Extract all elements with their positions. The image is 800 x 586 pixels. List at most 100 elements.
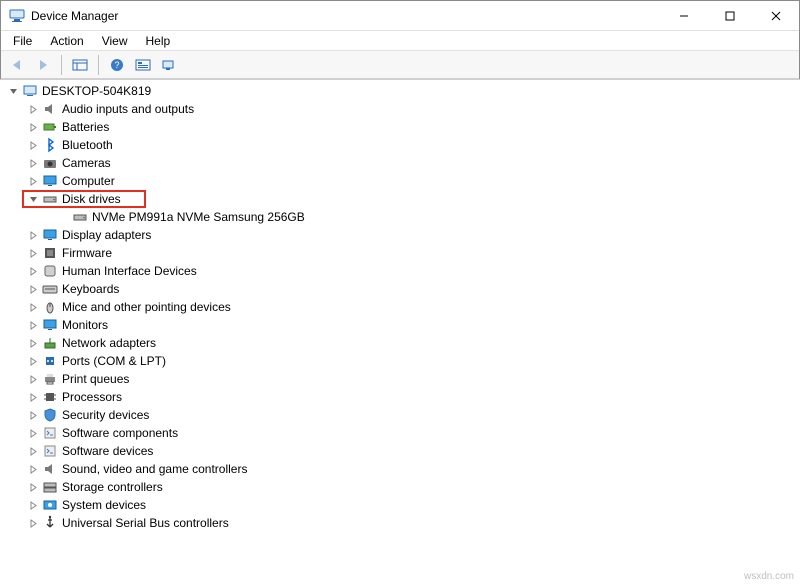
firmware-icon [42, 245, 58, 261]
device-tree[interactable]: DESKTOP-504K819Audio inputs and outputsB… [0, 79, 800, 586]
chevron-right-icon[interactable] [26, 462, 40, 476]
tree-node[interactable]: Security devices [0, 406, 800, 424]
tree-node[interactable]: Universal Serial Bus controllers [0, 514, 800, 532]
toolbar: ? [1, 51, 799, 79]
tree-node[interactable]: Human Interface Devices [0, 262, 800, 280]
tree-node-label: Sound, video and game controllers [62, 460, 247, 478]
tree-node[interactable]: Batteries [0, 118, 800, 136]
toolbar-show-hidden-button[interactable] [68, 54, 92, 76]
menu-view[interactable]: View [94, 32, 136, 50]
toolbar-properties-button[interactable] [131, 54, 155, 76]
tree-node-label: Ports (COM & LPT) [62, 352, 166, 370]
close-button[interactable] [753, 1, 799, 30]
menu-action[interactable]: Action [42, 32, 91, 50]
computer-icon [22, 83, 38, 99]
toolbar-back-button [5, 54, 29, 76]
tree-node-label: Bluetooth [62, 136, 113, 154]
chevron-right-icon[interactable] [26, 336, 40, 350]
tree-node-label: Processors [62, 388, 122, 406]
chevron-right-icon[interactable] [26, 102, 40, 116]
audio-icon [42, 461, 58, 477]
system-icon [42, 497, 58, 513]
camera-icon [42, 155, 58, 171]
tree-node-label: NVMe PM991a NVMe Samsung 256GB [92, 208, 305, 226]
chevron-right-icon[interactable] [26, 174, 40, 188]
tree-node[interactable]: Network adapters [0, 334, 800, 352]
software-icon [42, 425, 58, 441]
tree-node[interactable]: NVMe PM991a NVMe Samsung 256GB [0, 208, 800, 226]
toolbar-separator [61, 55, 62, 75]
tree-node-label: Monitors [62, 316, 108, 334]
tree-node[interactable]: Processors [0, 388, 800, 406]
chevron-right-icon[interactable] [26, 138, 40, 152]
svg-text:?: ? [114, 60, 119, 70]
tree-node[interactable]: Cameras [0, 154, 800, 172]
chevron-down-icon[interactable] [26, 192, 40, 206]
menu-file[interactable]: File [5, 32, 40, 50]
tree-node[interactable]: System devices [0, 496, 800, 514]
chevron-right-icon[interactable] [26, 156, 40, 170]
menu-help[interactable]: Help [138, 32, 179, 50]
tree-node-label: Firmware [62, 244, 112, 262]
menubar: FileActionViewHelp [1, 31, 799, 51]
tree-node[interactable]: Print queues [0, 370, 800, 388]
tree-node-label: Universal Serial Bus controllers [62, 514, 229, 532]
tree-node[interactable]: DESKTOP-504K819 [0, 82, 800, 100]
chevron-right-icon[interactable] [26, 246, 40, 260]
chevron-right-icon[interactable] [26, 300, 40, 314]
monitor-icon [42, 317, 58, 333]
chevron-right-icon[interactable] [26, 480, 40, 494]
tree-node-label: System devices [62, 496, 146, 514]
toolbar-scan-hardware-button[interactable] [157, 54, 181, 76]
minimize-button[interactable] [661, 1, 707, 30]
tree-node[interactable]: Storage controllers [0, 478, 800, 496]
tree-node[interactable]: Display adapters [0, 226, 800, 244]
tree-node[interactable]: Software devices [0, 442, 800, 460]
chevron-right-icon[interactable] [26, 426, 40, 440]
tree-node[interactable]: Software components [0, 424, 800, 442]
chevron-right-icon[interactable] [26, 444, 40, 458]
tree-node[interactable]: Keyboards [0, 280, 800, 298]
tree-node[interactable]: Firmware [0, 244, 800, 262]
chevron-right-icon[interactable] [26, 372, 40, 386]
tree-node-label: Software components [62, 424, 178, 442]
chevron-down-icon[interactable] [6, 84, 20, 98]
chevron-right-icon[interactable] [26, 516, 40, 530]
chevron-right-icon[interactable] [26, 228, 40, 242]
toolbar-separator [98, 55, 99, 75]
tree-node[interactable]: Bluetooth [0, 136, 800, 154]
monitor-icon [42, 173, 58, 189]
chevron-right-icon[interactable] [26, 120, 40, 134]
tree-node[interactable]: Computer [0, 172, 800, 190]
bluetooth-icon [42, 137, 58, 153]
tree-node-label: Security devices [62, 406, 149, 424]
mouse-icon [42, 299, 58, 315]
window-title: Device Manager [31, 9, 118, 23]
chevron-right-icon[interactable] [26, 408, 40, 422]
tree-node-label: Computer [62, 172, 115, 190]
tree-node[interactable]: Mice and other pointing devices [0, 298, 800, 316]
cpu-icon [42, 389, 58, 405]
tree-node[interactable]: Audio inputs and outputs [0, 100, 800, 118]
maximize-button[interactable] [707, 1, 753, 30]
titlebar: Device Manager [1, 1, 799, 31]
disk-icon [42, 191, 58, 207]
tree-node-label: Network adapters [62, 334, 156, 352]
chevron-right-icon[interactable] [26, 318, 40, 332]
chevron-right-icon[interactable] [26, 354, 40, 368]
usb-icon [42, 515, 58, 531]
tree-node[interactable]: Disk drives [0, 190, 800, 208]
tree-node[interactable]: Ports (COM & LPT) [0, 352, 800, 370]
watermark: wsxdn.com [744, 571, 794, 582]
tree-node[interactable]: Sound, video and game controllers [0, 460, 800, 478]
storage-icon [42, 479, 58, 495]
toolbar-help-button[interactable]: ? [105, 54, 129, 76]
tree-node[interactable]: Monitors [0, 316, 800, 334]
tree-node-label: Cameras [62, 154, 111, 172]
printer-icon [42, 371, 58, 387]
chevron-right-icon[interactable] [26, 390, 40, 404]
tree-node-label: Mice and other pointing devices [62, 298, 231, 316]
chevron-right-icon[interactable] [26, 282, 40, 296]
chevron-right-icon[interactable] [26, 264, 40, 278]
chevron-right-icon[interactable] [26, 498, 40, 512]
